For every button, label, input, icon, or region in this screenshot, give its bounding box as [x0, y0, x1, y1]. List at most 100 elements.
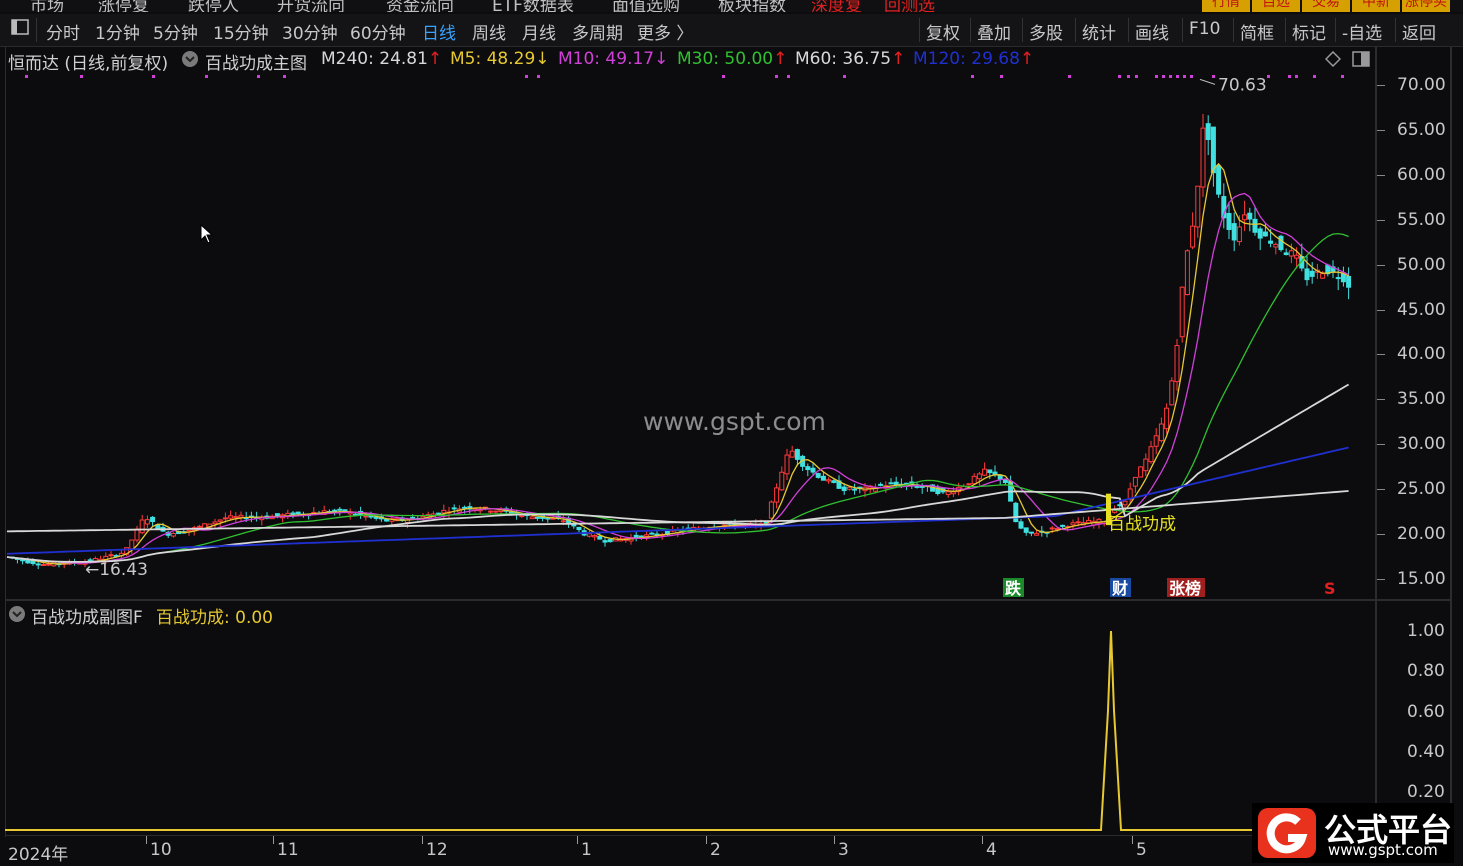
top-quick-button[interactable]: 中新	[1352, 0, 1400, 12]
candle-body	[1143, 458, 1149, 472]
candle-body	[560, 520, 566, 523]
watermark-text: www.gspt.com	[643, 407, 826, 436]
ma-trend-arrow-icon: ↑	[1019, 49, 1035, 69]
toolbar-action-button[interactable]: -自选	[1342, 19, 1382, 44]
candle-body	[1158, 423, 1164, 442]
signal-dot	[1162, 75, 1165, 78]
period-tab[interactable]: 5分钟	[153, 19, 198, 44]
price-axis-tick-mark	[1377, 85, 1385, 86]
ma-legend-item: M30: 50.00↑	[677, 49, 787, 69]
period-tab[interactable]: 周线	[472, 19, 506, 44]
period-tab[interactable]: 日线	[422, 19, 456, 44]
price-axis-tick: 50.00	[1397, 254, 1446, 275]
top-menu-item[interactable]: ETF数据表	[492, 0, 574, 12]
ma10-line	[6, 192, 1349, 564]
top-menu-strip: 市场 涨停复 跌停人 开货流向 资金流向 ETF数据表 面值选购 板块指数 深度复 回测选 行情 自选…	[0, 0, 1463, 12]
period-tab[interactable]: 更多 〉	[637, 19, 693, 44]
signal-dot	[843, 75, 846, 78]
candle-body	[846, 486, 852, 490]
top-quick-button[interactable]: 交易	[1302, 0, 1350, 12]
x-axis-line	[5, 835, 1450, 836]
candle-body	[831, 480, 837, 483]
ma-legend-label: M60: 36.75	[795, 49, 892, 69]
signal-dot	[537, 75, 540, 78]
candle-body	[35, 563, 41, 566]
date-axis-tick-mark	[834, 836, 835, 844]
indicator-collapse-icon[interactable]	[181, 50, 199, 73]
sub-indicator-chart[interactable]	[5, 600, 1375, 836]
toolbar-action-button[interactable]: 画线	[1135, 19, 1169, 44]
main-candlestick-chart[interactable]: 70.63 ←16.43 百战功成跌 财 张榜 S	[5, 72, 1375, 598]
date-axis-tick-mark	[422, 836, 423, 844]
event-marker[interactable]: 财	[1111, 579, 1128, 598]
panel-toggle-icon[interactable]	[1352, 51, 1370, 72]
candle-body	[1164, 407, 1170, 430]
period-tab[interactable]: 月线	[522, 19, 556, 44]
candle-body	[841, 486, 847, 492]
candle-body	[274, 513, 280, 517]
signal-dot	[1169, 75, 1172, 78]
event-marker[interactable]: 张榜	[1169, 579, 1201, 598]
event-marker[interactable]: 跌	[1005, 579, 1022, 598]
top-menu-item[interactable]: 资金流向	[386, 0, 454, 12]
date-axis-tick: 2024年	[8, 845, 69, 865]
candle-body	[950, 491, 956, 495]
signal-dot	[1183, 75, 1186, 78]
toolbar-action-button[interactable]: 叠加	[977, 19, 1011, 44]
ma-trend-arrow-icon: ↓	[535, 49, 550, 69]
top-quick-button[interactable]: 行情	[1202, 0, 1250, 12]
toolbar-action-button[interactable]: F10	[1189, 19, 1220, 39]
date-axis-tick-mark	[982, 836, 983, 844]
candle-body	[1002, 479, 1008, 484]
candle-body	[488, 510, 494, 513]
candle-body	[222, 517, 228, 520]
toolbar-action-button[interactable]: 复权	[926, 19, 960, 44]
main-chart-header: 恒而达 (日线,前复权) 百战功成主图 M240: 24.81↑ M5: 48.2…	[0, 47, 1375, 74]
candle-body	[1060, 524, 1066, 527]
period-tab[interactable]: 30分钟	[282, 19, 338, 44]
top-quick-button[interactable]: 涨停买	[1402, 0, 1450, 12]
logo-url: www.gspt.com	[1328, 841, 1438, 859]
top-menu-red-item[interactable]: 深度复	[811, 0, 862, 12]
date-axis-tick-mark	[706, 836, 707, 844]
top-menu-item[interactable]: 面值选购	[612, 0, 680, 12]
top-menu-red-item[interactable]: 回测选	[884, 0, 935, 12]
toolbar-action-button[interactable]: 标记	[1292, 19, 1326, 44]
candle-body	[129, 539, 135, 550]
panel-toggle-button[interactable]	[10, 17, 30, 42]
candle-body	[1252, 218, 1258, 233]
price-axis-tick-mark	[1377, 354, 1385, 356]
signal-dot	[1295, 75, 1298, 78]
period-tab[interactable]: 多周期	[572, 19, 623, 44]
date-axis-tick: 2	[710, 840, 721, 860]
top-quick-button[interactable]: 自选	[1252, 0, 1300, 12]
top-menu-item[interactable]: 板块指数	[718, 0, 786, 12]
date-axis-tick: 4	[986, 840, 997, 860]
toolbar-action-button[interactable]: 多股	[1029, 19, 1063, 44]
top-menu-item[interactable]: 涨停复	[98, 0, 149, 12]
toolbar-separator	[1182, 18, 1183, 42]
period-tab[interactable]: 1分钟	[95, 19, 140, 44]
toolbar-separator	[1128, 18, 1129, 42]
diamond-icon[interactable]	[1324, 50, 1342, 72]
period-tab[interactable]: 15分钟	[213, 19, 269, 44]
toolbar-action-button[interactable]: 统计	[1082, 19, 1116, 44]
signal-dot	[1313, 75, 1316, 78]
candle-body	[1216, 165, 1222, 195]
event-marker[interactable]: S	[1324, 579, 1336, 598]
top-menu-item[interactable]: 开货流向	[277, 0, 345, 12]
candle-body	[1200, 127, 1206, 188]
candle-body	[545, 517, 551, 520]
ma-legend-item: M240: 24.81↑	[321, 49, 442, 69]
candle-body	[945, 491, 951, 495]
price-axis-tick: 60.00	[1397, 164, 1446, 185]
price-axis-tick: 30.00	[1397, 434, 1446, 455]
top-menu-item[interactable]: 跌停人	[188, 0, 239, 12]
period-tab[interactable]: 60分钟	[350, 19, 406, 44]
period-tab[interactable]: 分时	[46, 19, 80, 44]
toolbar-action-button[interactable]: 返回	[1402, 19, 1436, 44]
date-axis-tick: 1	[581, 840, 592, 860]
toolbar-separator	[1395, 18, 1396, 42]
top-menu-item[interactable]: 市场	[30, 0, 64, 12]
toolbar-action-button[interactable]: 简框	[1240, 19, 1274, 44]
